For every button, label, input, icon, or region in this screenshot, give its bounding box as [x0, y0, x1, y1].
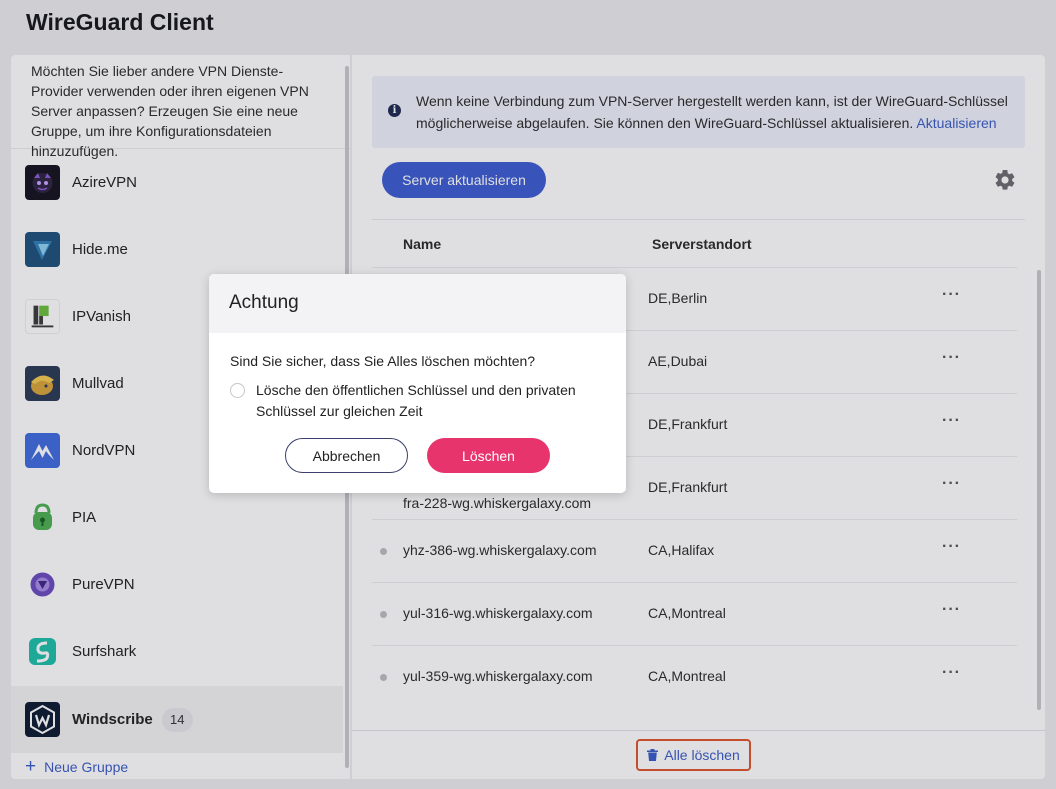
delete-keys-radio[interactable] [230, 383, 245, 398]
confirm-dialog: Achtung Sind Sie sicher, dass Sie Alles … [209, 274, 626, 493]
dialog-question: Sind Sie sicher, dass Sie Alles löschen … [230, 353, 536, 369]
dialog-title: Achtung [209, 274, 626, 333]
delete-keys-option-label[interactable]: Lösche den öffentlichen Schlüssel und de… [256, 380, 606, 422]
cancel-button[interactable]: Abbrechen [285, 438, 408, 473]
app-window: WireGuard Client Möchten Sie lieber ande… [0, 0, 1056, 789]
confirm-delete-button[interactable]: Löschen [427, 438, 550, 473]
